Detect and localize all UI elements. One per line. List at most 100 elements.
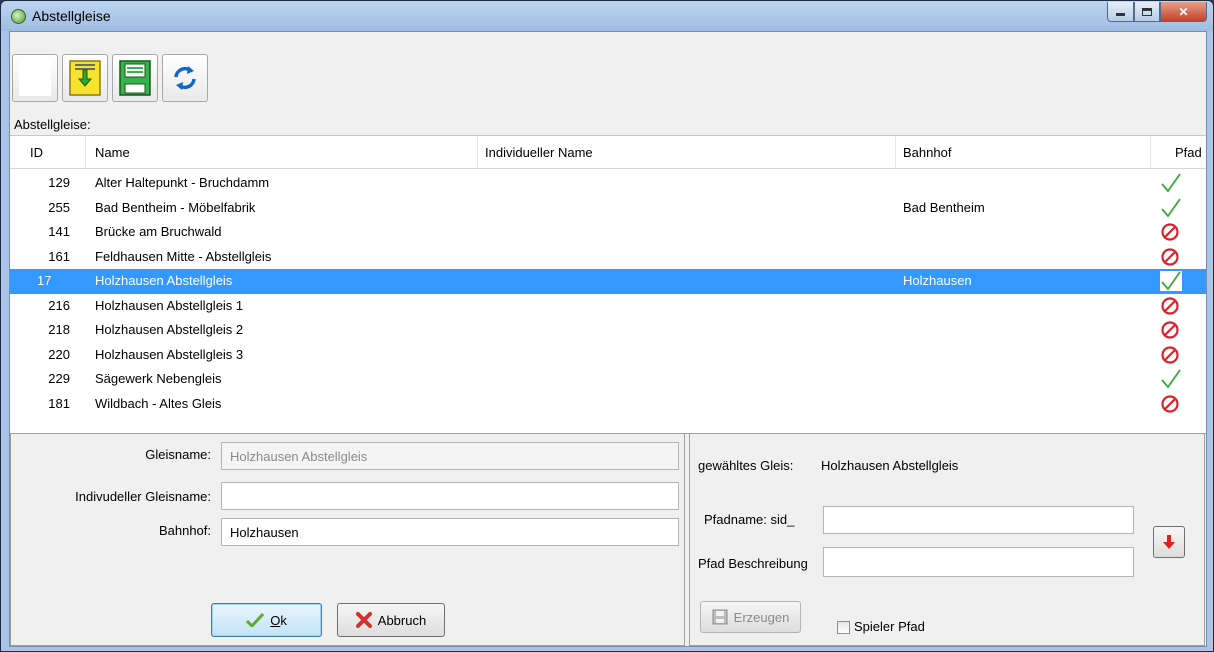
gleisname-field: Holzhausen Abstellgleis [221,442,679,470]
column-divider[interactable] [895,136,896,169]
table-row[interactable]: 220 Holzhausen Abstellgleis 3 [10,343,1206,368]
client-area: Abstellgleise: ID Name Individueller Nam… [9,31,1207,647]
row-id: 129 [48,175,70,190]
prohibited-icon [1160,247,1182,267]
import-button[interactable] [62,54,108,102]
table-row[interactable]: 17 Holzhausen Abstellgleis Holzhausen [10,269,1206,294]
selected-track-value: Holzhausen Abstellgleis [821,458,959,473]
row-name: Bad Bentheim - Möbelfabrik [95,199,256,215]
table-row[interactable]: 141 Brücke am Bruchwald [10,220,1206,245]
table-row[interactable]: 161 Feldhausen Mitte - Abstellgleis [10,245,1206,270]
row-name: Alter Haltepunkt - Bruchdamm [95,175,270,190]
table-row[interactable]: 216 Holzhausen Abstellgleis 1 [10,294,1206,319]
row-id: 17 [37,273,52,288]
column-header-pfad[interactable]: Pfad [1175,145,1202,160]
save-icon [119,60,151,96]
pfadname-field[interactable] [823,506,1134,534]
selected-track-label: gewähltes Gleis: [698,458,794,473]
column-header-bahnhof[interactable]: Bahnhof [903,145,951,160]
spieler-pfad-label[interactable]: Spieler Pfad [854,619,925,634]
window-controls: ✕ [1107,2,1207,22]
column-divider[interactable] [85,136,86,169]
check-icon [246,613,265,627]
row-id: 218 [48,322,70,337]
row-id: 229 [48,371,70,386]
row-name: Holzhausen Abstellgleis 1 [95,297,244,313]
pfad-beschreibung-field[interactable] [823,547,1134,577]
table-row[interactable]: 129 Alter Haltepunkt - Bruchdamm [10,171,1206,196]
pfad-beschreibung-label: Pfad Beschreibung [698,556,808,571]
check-icon [1160,173,1182,193]
row-id: 161 [48,248,70,264]
close-button[interactable]: ✕ [1160,2,1207,22]
new-button[interactable] [12,54,58,102]
ok-rest: k [280,612,287,628]
table-body: 129 Alter Haltepunkt - Bruchdamm 255 Bad Be… [10,171,1206,416]
prohibited-icon [1160,320,1182,340]
prohibited-icon [1160,222,1182,242]
erzeugen-button-label: Erzeugen [733,609,790,625]
row-id: 141 [48,224,70,239]
ok-button[interactable]: Ok [211,603,322,637]
individual-gleisname-label: Indivudeller Gleisname: [75,489,211,504]
minimize-button[interactable] [1107,2,1134,22]
refresh-icon [174,66,196,90]
refresh-button[interactable] [162,54,208,102]
close-icon: ✕ [1178,4,1189,19]
title-bar[interactable]: Abstellgleise ✕ [1,1,1213,31]
import-icon [69,60,101,96]
row-name: Holzhausen Abstellgleis [95,273,233,288]
maximize-icon [1142,7,1152,16]
row-name: Brücke am Bruchwald [95,224,222,239]
table-row[interactable]: 255 Bad Bentheim - Möbelfabrik Bad Benthei… [10,196,1206,221]
prohibited-icon [1160,296,1182,316]
row-bahnhof: Bad Bentheim [903,199,985,215]
bahnhof-field[interactable]: Holzhausen [221,518,679,546]
maximize-button[interactable] [1134,2,1160,22]
check-icon [1160,197,1182,218]
individual-gleisname-field[interactable] [221,482,679,510]
row-id: 216 [48,297,70,313]
row-name: Holzhausen Abstellgleis 2 [95,322,244,337]
list-section-label: Abstellgleise: [10,116,1206,136]
row-id: 181 [48,395,70,411]
row-name: Wildbach - Altes Gleis [95,395,222,411]
gleisname-label: Gleisname: [145,447,211,462]
arrow-down-icon [1163,535,1175,549]
blank-icon [19,60,51,96]
edit-panel: Gleisname: Holzhausen Abstellgleis Indiv… [10,434,685,646]
column-header-individual-name[interactable]: Individueller Name [485,145,593,160]
table-row[interactable]: 229 Sägewerk Nebengleis [10,367,1206,392]
column-header-name[interactable]: Name [95,145,130,160]
row-id: 220 [48,346,70,362]
minimize-icon [1116,13,1125,16]
abstellgleise-table[interactable]: ID Name Individueller Name Bahnhof Pfad … [10,136,1206,434]
save-button[interactable] [112,54,158,102]
window-title: Abstellgleise [32,8,111,24]
column-divider[interactable] [1150,136,1151,169]
table-header: ID Name Individueller Name Bahnhof Pfad [10,136,1206,169]
detail-panels: Gleisname: Holzhausen Abstellgleis Indiv… [10,434,1206,648]
check-icon [1160,271,1182,291]
erzeugen-button[interactable]: Erzeugen [700,601,801,633]
ok-mnemonic: O [270,612,281,628]
pfadname-label: Pfadname: sid_ [704,512,795,527]
row-id: 255 [48,199,70,215]
column-header-id[interactable]: ID [30,145,43,160]
table-row[interactable]: 218 Holzhausen Abstellgleis 2 [10,318,1206,343]
cancel-button[interactable]: Abbruch [337,603,445,637]
bahnhof-label: Bahnhof: [158,523,211,538]
row-name: Feldhausen Mitte - Abstellgleis [95,248,272,264]
toolbar [10,32,1206,116]
ok-button-label: Ok [270,613,287,628]
column-divider[interactable] [477,136,478,169]
path-panel: gewähltes Gleis: Holzhausen Abstellgleis… [689,434,1205,646]
spieler-pfad-checkbox[interactable] [837,621,850,634]
row-bahnhof: Holzhausen [903,273,972,288]
table-row[interactable]: 181 Wildbach - Altes Gleis [10,392,1206,417]
app-icon [11,9,26,24]
cross-icon [355,612,372,628]
cancel-button-label: Abbruch [377,612,427,628]
application-window: Abstellgleise ✕ Abstellgleise: ID Name I… [0,0,1214,652]
move-down-button[interactable] [1153,526,1185,558]
